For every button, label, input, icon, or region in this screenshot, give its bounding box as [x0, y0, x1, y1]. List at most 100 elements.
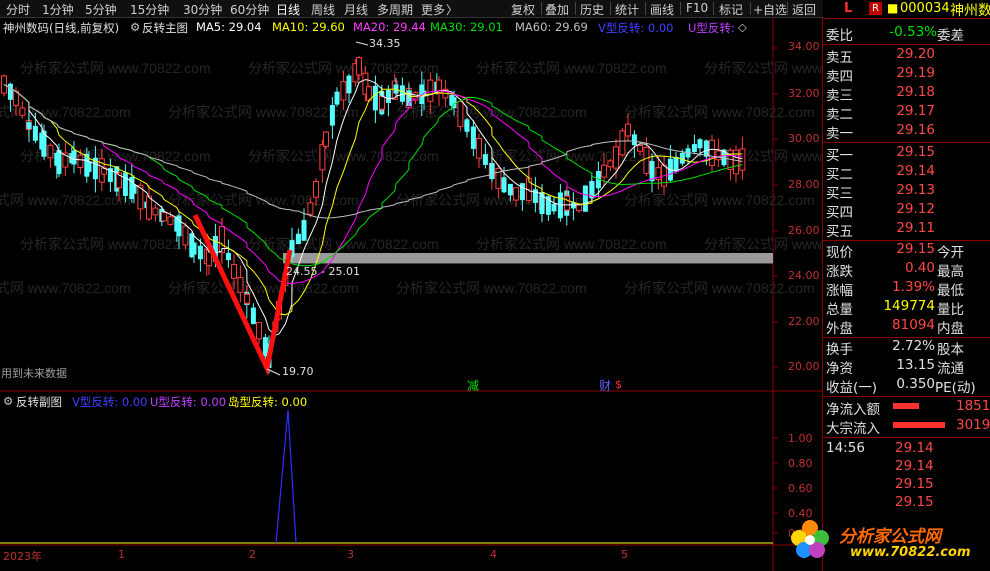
flow-bar — [893, 422, 945, 428]
buy-price: 29.15 — [896, 144, 935, 160]
quote-title-bar: L R ■ 000034 神州数码 — [823, 0, 990, 19]
candle-body — [489, 163, 495, 180]
candle-body — [191, 242, 197, 255]
watermark-text: 分析家公式网 www.70822.com — [624, 192, 815, 208]
buy-row[interactable]: 买二 29.14 — [823, 163, 990, 183]
candle-body — [464, 119, 470, 132]
tick-price: 29.14 — [895, 440, 934, 456]
stat-label: 净资 — [826, 361, 853, 377]
candle-body — [295, 233, 301, 245]
stat-row: 总量 149774 量比 — [823, 298, 990, 318]
logo-url: www.70822.com — [850, 545, 971, 560]
buy-row[interactable]: 买三 29.13 — [823, 182, 990, 202]
x-axis-month: 5 — [621, 548, 628, 561]
candle-body — [340, 81, 347, 101]
candle-body — [482, 154, 488, 165]
candle-body — [519, 183, 525, 201]
stat-label: 涨跌 — [826, 264, 853, 280]
buy-price: 29.14 — [896, 163, 935, 179]
x-axis-month: 2 — [249, 548, 256, 561]
stat-row: 收益(一) 0.350 PE(动) — [823, 376, 990, 396]
stat-label: 股本 — [937, 342, 964, 358]
stat-label: 最低 — [937, 283, 964, 299]
candle-body — [32, 125, 38, 141]
watermark-text: 分析家公式网 www.70822.com — [704, 236, 822, 252]
kline-chart[interactable]: 分析家公式网 www.70822.com 分析家公式网 www.70822.com… — [0, 0, 822, 571]
candle-body — [131, 184, 137, 194]
stat-label: 最高 — [937, 264, 964, 280]
stat-label: 涨幅 — [826, 283, 853, 299]
tag-l[interactable]: L — [844, 1, 852, 16]
flow-row: 净流入额 1851 — [823, 398, 990, 418]
stat-row: 涨幅 1.39% 最低 — [823, 279, 990, 299]
tick-row: 14:56 29.14 — [823, 440, 990, 459]
candle-body — [709, 139, 715, 167]
watermark-text: 分析家公式网 www.70822.com — [476, 60, 667, 76]
watermark-text: 分析家公式网 www.70822.com — [624, 104, 815, 120]
candle-body — [334, 91, 340, 105]
sell-label: 卖一 — [826, 126, 853, 142]
tick-time: 14:56 — [826, 440, 865, 456]
buy-label: 买三 — [826, 186, 853, 202]
stat-value: 2.72% — [892, 338, 935, 354]
watermark-text: 分析家公式网 www.70822.com — [168, 280, 359, 296]
stat-label: 收益(一) — [826, 380, 878, 396]
tag-r[interactable]: R — [869, 2, 882, 15]
candle-body — [385, 90, 391, 103]
buy-price: 29.11 — [896, 220, 935, 236]
y-tick: 22.00 — [788, 315, 820, 328]
weibi-label: 委比 — [826, 28, 853, 44]
finance-marker[interactable]: 财 — [599, 377, 611, 394]
stat-value: 0.350 — [896, 376, 935, 392]
reduction-marker[interactable]: 减 — [467, 377, 479, 394]
candle-body — [86, 161, 92, 172]
stat-row: 换手 2.72% 股本 — [823, 338, 990, 358]
square-icon: ■ — [887, 1, 899, 15]
buy-row[interactable]: 买四 29.12 — [823, 201, 990, 221]
buy-row[interactable]: 买一 29.15 — [823, 144, 990, 164]
candle-body — [631, 134, 637, 146]
sell-price: 29.18 — [896, 84, 935, 100]
buy-row[interactable]: 买五 29.11 — [823, 220, 990, 240]
watermark-text: 分析家公式网 www.70822.com — [248, 236, 439, 252]
sub-y-tick: 1.00 — [788, 432, 813, 445]
candle-body — [47, 144, 54, 159]
weicha-label: 委差 — [937, 28, 964, 44]
candle-body — [513, 187, 519, 201]
sell-label: 卖五 — [826, 50, 853, 66]
candle-body — [715, 150, 722, 161]
sell-row[interactable]: 卖五 29.20 — [823, 46, 990, 66]
sell-row[interactable]: 卖二 29.17 — [823, 103, 990, 123]
dividend-marker[interactable]: $ — [615, 378, 622, 391]
weibi-value: -0.53% — [889, 24, 937, 40]
future-data-note: 用到未来数据 — [1, 367, 67, 380]
candle-body — [570, 202, 576, 209]
y-tick: 30.00 — [788, 132, 820, 145]
watermark-text: 分析家公式网 www.70822.com — [476, 236, 667, 252]
candle-body — [7, 83, 13, 100]
y-tick: 34.00 — [788, 40, 820, 53]
candle-body — [691, 144, 697, 152]
candle-body — [250, 307, 256, 325]
gap-zone — [283, 252, 773, 264]
stat-row: 外盘 81094 内盘 — [823, 317, 990, 337]
candle-body — [613, 146, 619, 169]
candle-body — [619, 130, 626, 156]
x-axis-month: 1 — [118, 548, 125, 561]
candle-body — [225, 252, 231, 261]
x-axis-month: 3 — [347, 548, 354, 561]
sell-row[interactable]: 卖四 29.19 — [823, 65, 990, 85]
candle-body — [372, 85, 378, 111]
candle-body — [161, 211, 167, 222]
tick-price: 29.15 — [895, 476, 934, 492]
flow-label: 大宗流入 — [826, 421, 880, 437]
sell-row[interactable]: 卖三 29.18 — [823, 84, 990, 104]
logo-text: 分析家公式网 — [839, 527, 941, 547]
candle-body — [643, 147, 650, 174]
sell-row[interactable]: 卖一 29.16 — [823, 122, 990, 142]
sell-label: 卖四 — [826, 69, 853, 85]
candle-body — [313, 180, 319, 198]
candle-body — [307, 202, 314, 215]
candle-body — [589, 181, 595, 198]
candle-body — [625, 123, 631, 137]
